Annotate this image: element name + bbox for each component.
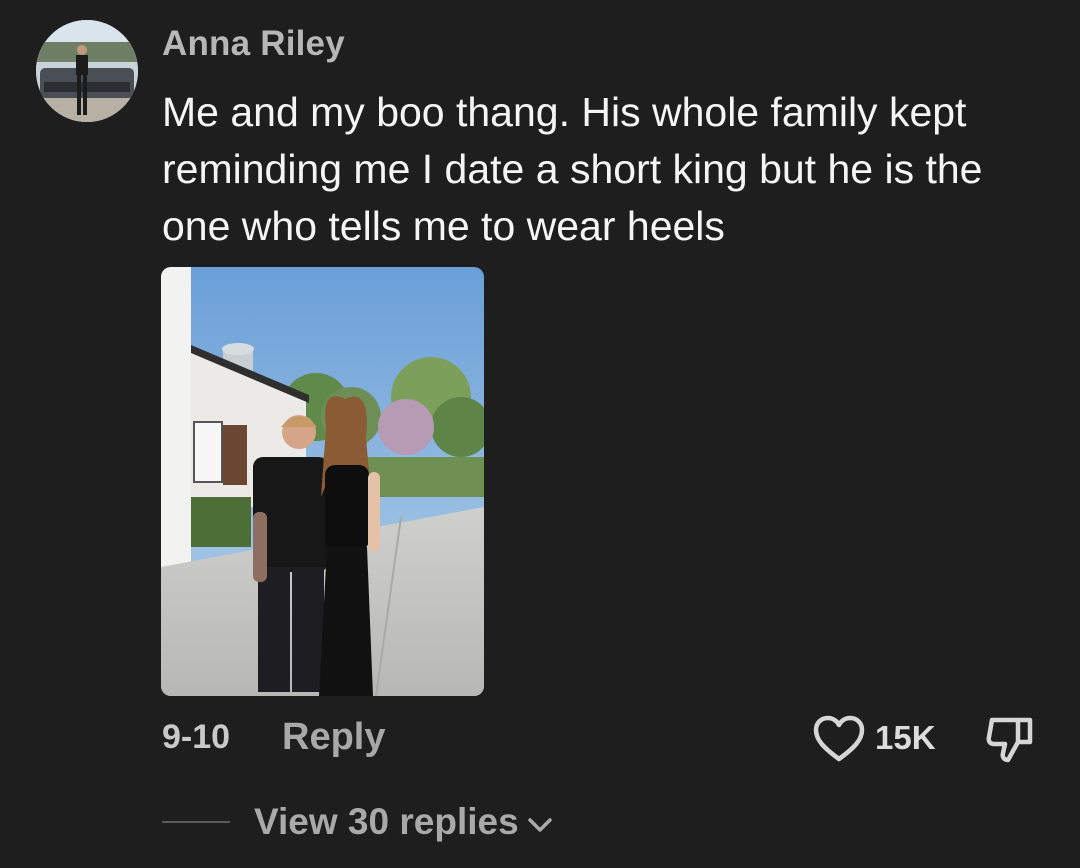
comment-photo[interactable] <box>161 267 484 696</box>
username[interactable]: Anna Riley <box>162 24 345 64</box>
dislike-button[interactable] <box>984 712 1038 766</box>
comment-text: Me and my boo thang. His whole family ke… <box>162 89 983 249</box>
like-count: 15K <box>875 719 936 756</box>
view-replies-button[interactable]: View 30 replies <box>254 801 553 843</box>
heart-outline-icon <box>813 715 865 762</box>
replies-divider <box>162 821 230 823</box>
like-button[interactable] <box>812 714 866 764</box>
avatar[interactable] <box>36 20 138 122</box>
comment-date: 9-10 <box>162 718 231 756</box>
view-replies-label: View 30 replies <box>254 801 519 842</box>
chevron-down-icon <box>527 818 552 832</box>
reply-button[interactable]: Reply <box>282 716 385 759</box>
thumbs-down-icon <box>986 717 1033 763</box>
